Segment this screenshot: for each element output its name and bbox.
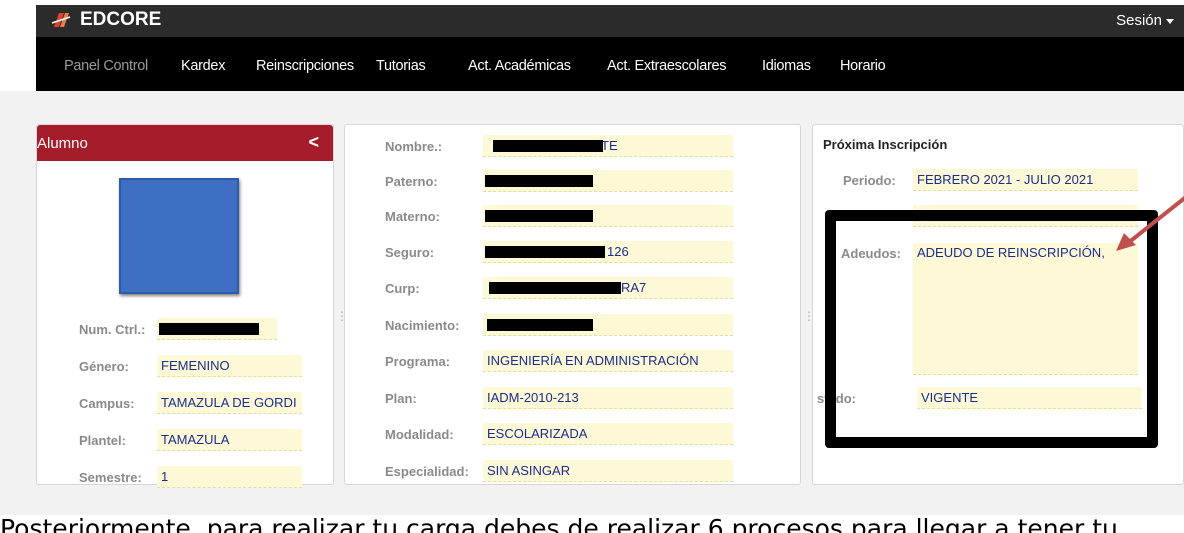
datos-panel: Nombre.: TE Paterno: Materno: Seguro: 12… — [344, 124, 801, 485]
nav-tutorias[interactable]: Tutorias — [376, 58, 426, 74]
field-nombre: Nombre.: TE — [385, 135, 733, 157]
field-value: INGENIERÍA EN ADMINISTRACIÓN — [483, 350, 733, 372]
brand-name: EDCORE — [80, 9, 162, 30]
nav-act-academicas[interactable]: Act. Académicas — [468, 58, 571, 74]
alumno-panel-header: Alumno < — [37, 125, 333, 161]
field-label: Modalidad: — [385, 426, 454, 442]
nav-idiomas[interactable]: Idiomas — [762, 58, 811, 74]
field-value — [483, 170, 733, 192]
inscripcion-title: Próxima Inscripción — [823, 137, 948, 152]
field-label: Nacimiento: — [385, 317, 460, 333]
nav-act-extraescolares[interactable]: Act. Extraescolares — [607, 58, 727, 74]
main-nav: Panel Control Kardex Reinscripciones Tut… — [36, 37, 1184, 91]
field-paterno: Paterno: — [385, 170, 733, 192]
edcore-logo-icon — [51, 13, 71, 27]
field-label: Periodo: — [843, 172, 896, 188]
field-label: Plan: — [385, 390, 417, 406]
field-genero: Género: FEMENINO — [79, 355, 302, 377]
field-campus: Campus: TAMAZULA DE GORDI — [79, 392, 302, 414]
field-label: Campus: — [79, 395, 135, 411]
field-semestre: Semestre: 1 — [79, 466, 302, 488]
field-label: Seguro: — [385, 244, 435, 260]
field-label: Paterno: — [385, 173, 438, 189]
brand[interactable]: EDCORE — [50, 9, 161, 31]
field-label: Curp: — [385, 280, 420, 296]
field-value: FEMENINO — [157, 355, 302, 377]
field-label: Programa: — [385, 353, 451, 369]
redaction-bar — [489, 282, 621, 294]
field-label: Num. Ctrl.: — [79, 321, 146, 337]
field-plan: Plan: IADM-2010-213 — [385, 387, 733, 409]
field-value: TE — [483, 135, 733, 157]
field-value — [157, 318, 277, 340]
top-bar: EDCORE Sesión — [36, 5, 1184, 37]
alumno-title: Alumno — [37, 135, 88, 152]
annotation-arrow-icon — [1116, 196, 1184, 251]
field-value: 1 — [157, 466, 302, 488]
alumno-panel: Alumno < Num. Ctrl.: Género: FEMENINO Ca… — [36, 124, 334, 488]
nav-panel-control[interactable]: Panel Control — [64, 58, 148, 74]
field-label: Género: — [79, 358, 129, 374]
field-label: Semestre: — [79, 469, 142, 485]
field-especialidad: Especialidad: SIN ASINGAR — [385, 460, 733, 482]
nav-kardex[interactable]: Kardex — [181, 58, 225, 74]
caption-text: Posteriormente, para realizar tu carga d… — [0, 516, 1118, 533]
field-value: 126 — [483, 241, 733, 263]
field-value: TAMAZULA — [157, 429, 302, 451]
redaction-bar — [485, 246, 605, 258]
redaction-bar — [485, 175, 593, 187]
nav-reinscripciones[interactable]: Reinscripciones — [256, 58, 354, 74]
field-curp: Curp: RA7 — [385, 277, 733, 299]
student-photo — [119, 178, 239, 294]
field-value: TAMAZULA DE GORDI — [157, 392, 302, 414]
field-num-ctrl: Num. Ctrl.: — [79, 318, 277, 340]
field-value: FEBRERO 2021 - JULIO 2021 — [913, 169, 1138, 191]
field-value: SIN ASINGAR — [483, 460, 733, 482]
redaction-bar — [485, 210, 593, 222]
caret-down-icon — [1166, 18, 1174, 24]
field-value: IADM-2010-213 — [483, 387, 733, 409]
redaction-bar — [487, 319, 593, 331]
session-menu[interactable]: Sesión — [1116, 12, 1174, 29]
highlight-box — [825, 210, 1158, 448]
session-label: Sesión — [1116, 12, 1162, 29]
field-programa: Programa: INGENIERÍA EN ADMINISTRACIÓN — [385, 350, 733, 372]
field-value: ESCOLARIZADA — [483, 423, 733, 445]
field-plantel: Plantel: TAMAZULA — [79, 429, 302, 451]
collapse-chevron-icon[interactable]: < — [308, 132, 319, 153]
field-seguro: Seguro: 126 — [385, 241, 733, 263]
field-value — [483, 314, 733, 336]
field-value: RA7 — [483, 277, 733, 299]
nav-horario[interactable]: Horario — [840, 58, 886, 74]
field-nacimiento: Nacimiento: — [385, 314, 733, 336]
redaction-bar — [159, 323, 259, 335]
field-modalidad: Modalidad: ESCOLARIZADA — [385, 423, 733, 445]
field-label: Materno: — [385, 208, 440, 224]
redaction-bar — [493, 140, 603, 152]
field-label: Plantel: — [79, 432, 126, 448]
field-label: Especialidad: — [385, 463, 469, 479]
field-periodo: Periodo: FEBRERO 2021 - JULIO 2021 — [843, 169, 1138, 191]
field-materno: Materno: — [385, 205, 733, 227]
field-label: Nombre.: — [385, 138, 443, 154]
field-value — [483, 205, 733, 227]
